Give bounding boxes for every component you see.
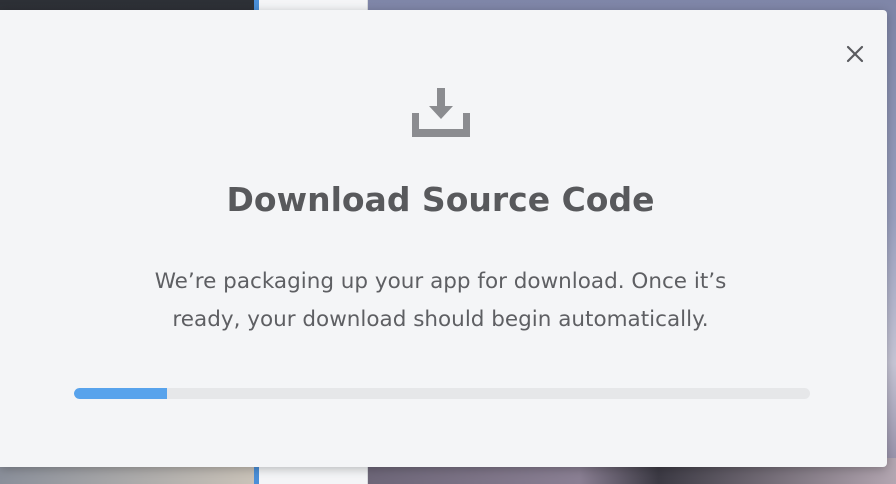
dialog-title: Download Source Code [226, 180, 655, 219]
download-tray-icon [410, 88, 472, 148]
download-progress-fill [74, 388, 168, 399]
close-icon [846, 45, 864, 63]
dialog-message: We’re packaging up your app for download… [154, 269, 727, 332]
close-button[interactable] [842, 41, 868, 67]
download-progress-bar [74, 388, 810, 399]
download-source-dialog: Download Source Code We’re packaging up … [0, 10, 887, 467]
